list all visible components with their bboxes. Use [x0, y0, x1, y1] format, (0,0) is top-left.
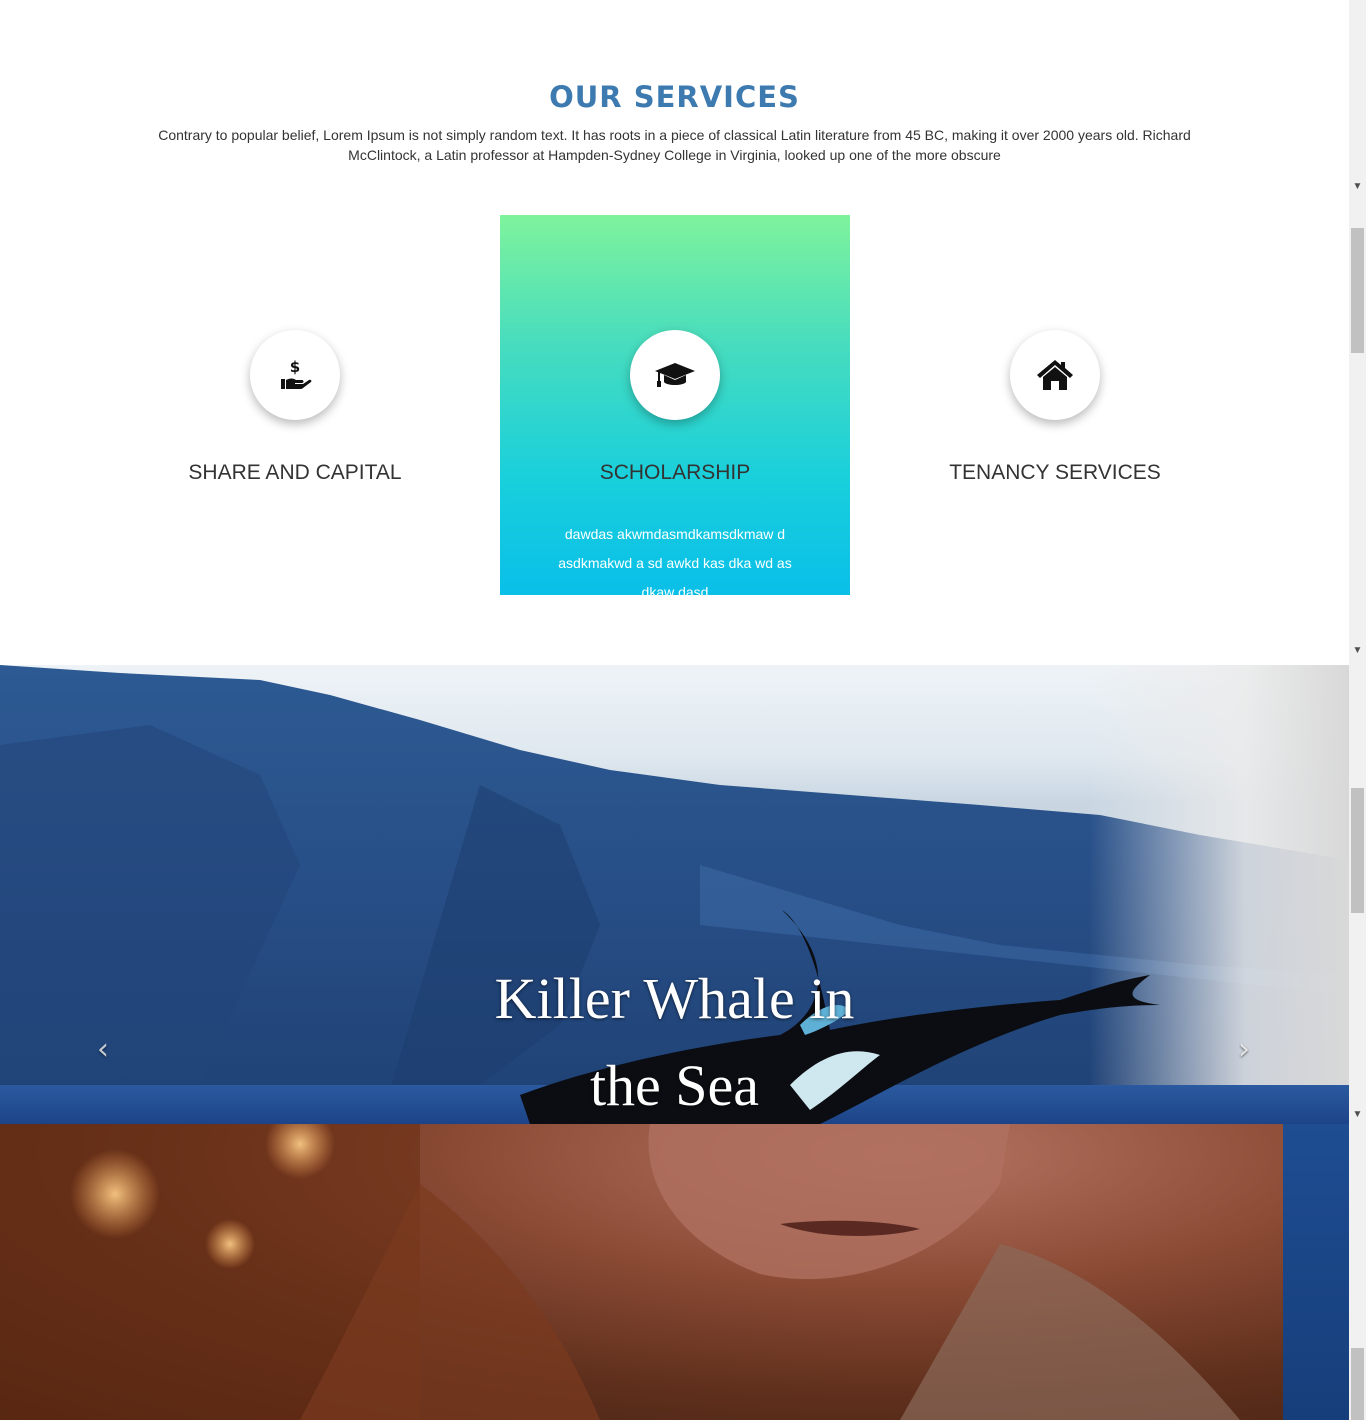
home-icon: [1037, 360, 1073, 390]
portrait-detail: [0, 1124, 1240, 1420]
service-card-scholarship[interactable]: SCHOLARSHIP dawdas akwmdasmdkamsdkmaw d …: [500, 215, 850, 595]
carousel-caption: Killer Whale in the Sea: [0, 955, 1349, 1124]
service-card-title: SCHOLARSHIP: [599, 461, 751, 484]
scroll-down-arrow-icon[interactable]: ▼: [1349, 1106, 1366, 1123]
services-description: Contrary to popular belief, Lorem Ipsum …: [158, 127, 1191, 163]
chevron-right-icon: ›: [1238, 1032, 1250, 1067]
carousel-next-button[interactable]: ›: [1229, 1033, 1259, 1067]
service-card-share-capital[interactable]: $ SHARE AND CAPITAL: [120, 215, 470, 595]
service-card-tenancy[interactable]: TENANCY SERVICES: [880, 215, 1230, 595]
page-scrollbar[interactable]: ▼ ▼ ▼: [1349, 0, 1366, 1420]
scroll-down-arrow-icon[interactable]: ▼: [1349, 642, 1366, 659]
chevron-left-icon: ‹: [97, 1032, 109, 1067]
services-section: OUR SERVICES Contrary to popular belief,…: [0, 0, 1349, 665]
scrollbar-thumb[interactable]: [1351, 788, 1364, 913]
service-card-title: TENANCY SERVICES: [949, 461, 1161, 484]
carousel-prev-button[interactable]: ‹: [88, 1033, 118, 1067]
portrait-image: [0, 1124, 1283, 1420]
scrollbar-thumb[interactable]: [1351, 1348, 1364, 1420]
service-icon-circle: [1010, 330, 1100, 420]
service-icon-circle: $: [250, 330, 340, 420]
hand-dollar-icon: $: [281, 358, 312, 389]
services-title: OUR SERVICES: [549, 80, 800, 114]
carousel-caption-line: Killer Whale in: [494, 966, 855, 1031]
scroll-down-arrow-icon[interactable]: ▼: [1349, 178, 1366, 195]
service-icon-circle: [630, 330, 720, 420]
graduation-cap-icon: [655, 363, 695, 387]
image-carousel: Killer Whale in the Sea ‹ ›: [0, 665, 1349, 1124]
carousel-caption-line: the Sea: [589, 1053, 760, 1118]
service-card-title: SHARE AND CAPITAL: [188, 461, 402, 484]
svg-text:$: $: [290, 358, 300, 376]
scrollbar-thumb[interactable]: [1351, 228, 1364, 353]
sea-side-strip: [1283, 1124, 1349, 1420]
service-card-text: dawdas akwmdasmdkamsdkmaw d asdkmakwd a …: [558, 526, 792, 595]
